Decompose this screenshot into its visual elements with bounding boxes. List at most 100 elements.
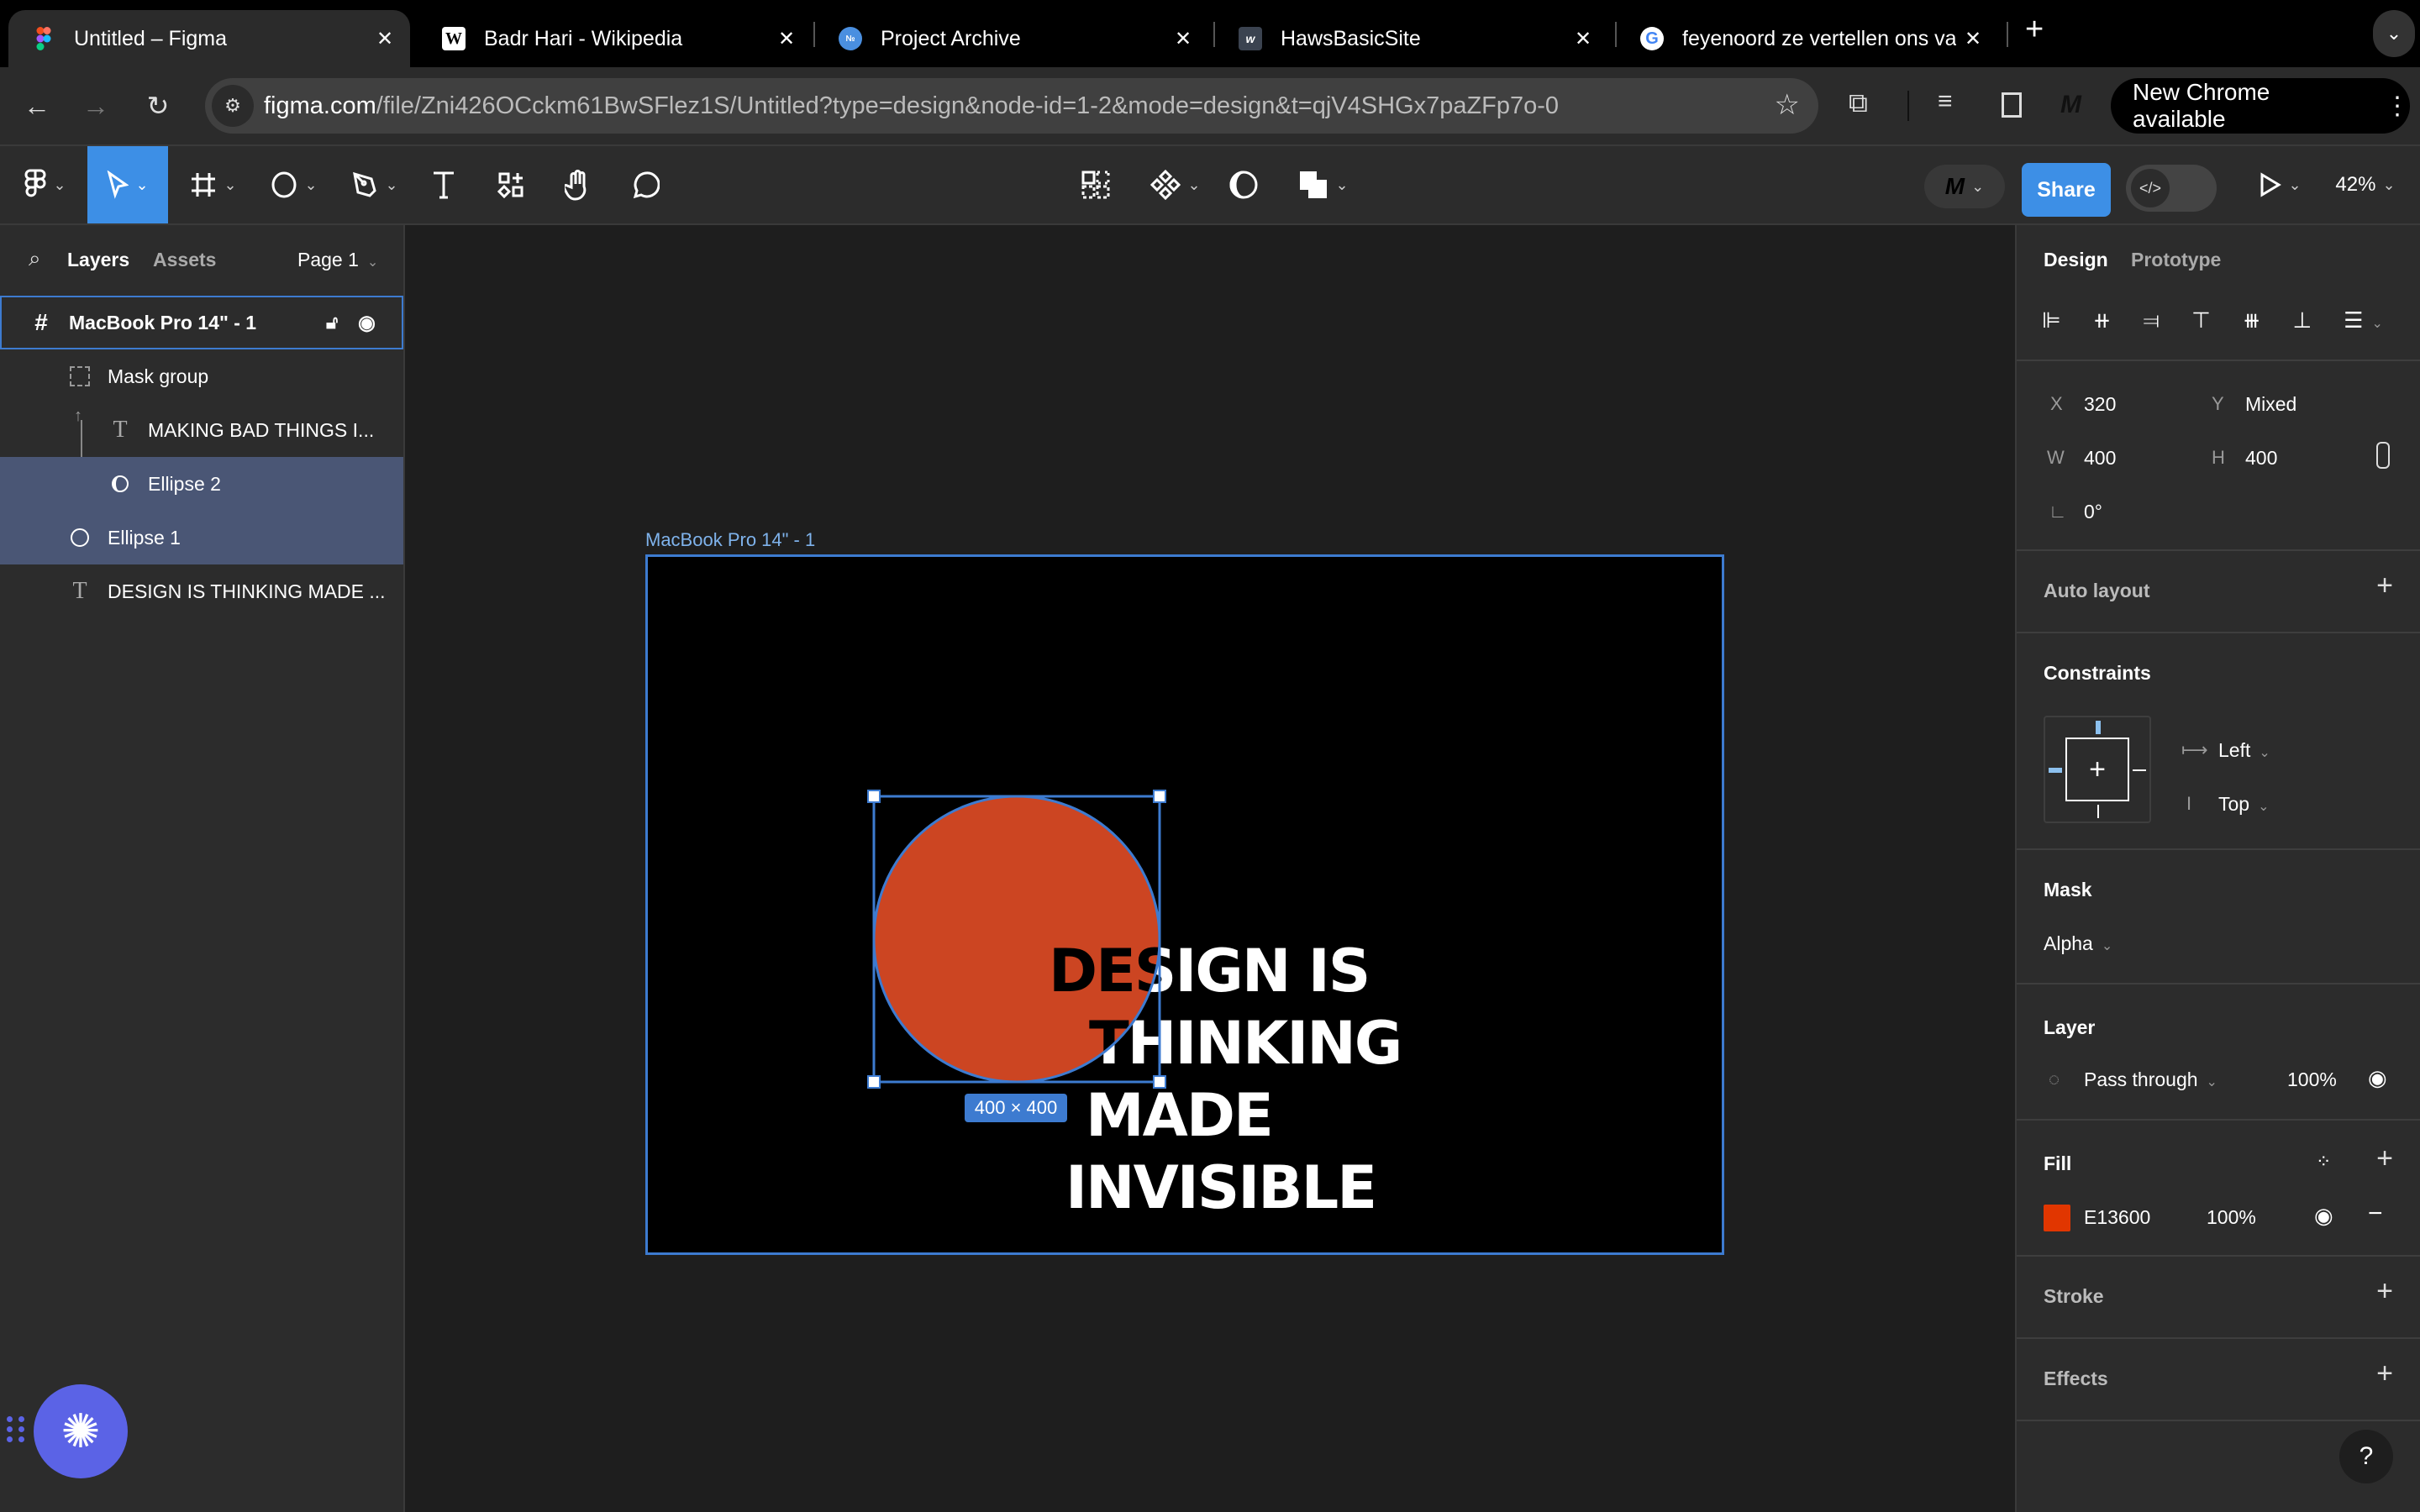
more-menu-icon[interactable]: ⋮ bbox=[2385, 92, 2410, 121]
tab-hawsbasicsite[interactable]: w HawsBasicSite ✕ bbox=[1215, 10, 1608, 67]
multiplayer-avatar-button[interactable]: M ⌄ bbox=[1924, 165, 2005, 208]
tab-prototype[interactable]: Prototype bbox=[2131, 249, 2221, 271]
close-tab-icon[interactable]: ✕ bbox=[1166, 27, 1200, 51]
layer-ellipse-2[interactable]: Ellipse 2 bbox=[0, 457, 403, 511]
tab-project-archive[interactable]: № Project Archive ✕ bbox=[815, 10, 1208, 67]
remove-fill-icon[interactable]: − bbox=[2368, 1200, 2383, 1228]
fill-styles-icon[interactable]: ⁘ bbox=[2316, 1151, 2331, 1173]
frame-tool-button[interactable]: ⌄ bbox=[187, 146, 240, 223]
add-effect-icon[interactable]: + bbox=[2376, 1357, 2393, 1390]
align-horizontal-center-icon[interactable]: ⧺ bbox=[2093, 307, 2112, 341]
tab-wikipedia[interactable]: W Badr Hari - Wikipedia ✕ bbox=[418, 10, 812, 67]
close-tab-icon[interactable]: ✕ bbox=[368, 27, 402, 51]
align-left-icon[interactable]: ⊫ bbox=[2042, 307, 2061, 341]
close-tab-icon[interactable]: ✕ bbox=[1956, 27, 1990, 51]
fill-color-swatch[interactable] bbox=[2044, 1205, 2070, 1231]
back-button[interactable]: ← bbox=[17, 86, 57, 126]
constrain-proportions-icon[interactable] bbox=[2376, 442, 2390, 469]
layer-frame-macbook[interactable]: # MacBook Pro 14" - 1 🔓︎ ◉ bbox=[0, 296, 403, 349]
forward-button[interactable]: → bbox=[76, 86, 116, 126]
fill-hex-input[interactable]: E13600 bbox=[2084, 1206, 2150, 1229]
boolean-operations-button[interactable]: ⌄ bbox=[1294, 146, 1353, 223]
share-button[interactable]: Share bbox=[2022, 163, 2111, 217]
tab-figma[interactable]: Untitled – Figma ✕ bbox=[8, 10, 410, 67]
bookmark-star-icon[interactable]: ☆ bbox=[1775, 88, 1800, 122]
figma-icon bbox=[32, 27, 55, 50]
browser-toolbar: ← → ↻ ⚙ figma.com/file/Zni426OCckm61BwSF… bbox=[0, 67, 2420, 144]
tab-assets[interactable]: Assets bbox=[153, 249, 216, 271]
component-button[interactable]: ⌄ bbox=[1146, 146, 1205, 223]
move-tool-button[interactable]: ⌄ bbox=[87, 146, 168, 223]
rotation-input[interactable]: 0° bbox=[2084, 501, 2102, 523]
layer-ellipse-1[interactable]: Ellipse 1 bbox=[0, 511, 403, 564]
reload-button[interactable]: ↻ bbox=[138, 86, 178, 126]
constraints-widget[interactable]: + bbox=[2044, 716, 2151, 823]
profile-extension-icon[interactable]: M bbox=[2060, 91, 2081, 119]
align-right-icon[interactable]: ⫤ bbox=[2143, 307, 2160, 341]
side-panel-icon[interactable] bbox=[2002, 92, 2022, 118]
layer-text-design-is-thinking[interactable]: T DESIGN IS THINKING MADE ... bbox=[0, 564, 403, 618]
y-input[interactable]: Mixed bbox=[2245, 393, 2296, 416]
create-component-set-button[interactable] bbox=[1079, 146, 1113, 223]
frame-label[interactable]: MacBook Pro 14" - 1 bbox=[645, 529, 815, 551]
hand-tool-button[interactable] bbox=[561, 146, 595, 223]
width-input[interactable]: 400 bbox=[2084, 447, 2116, 470]
url-text[interactable]: figma.com/file/Zni426OCckm61BwSFlez1S/Un… bbox=[264, 92, 1559, 120]
close-tab-icon[interactable]: ✕ bbox=[1566, 27, 1600, 51]
zoom-level-dropdown[interactable]: 42% ⌄ bbox=[2328, 146, 2403, 223]
main-menu-button[interactable]: ⌄ bbox=[20, 146, 71, 223]
plugin-launcher-button[interactable]: ✺ bbox=[34, 1384, 128, 1478]
tab-layers[interactable]: Layers bbox=[67, 249, 129, 271]
artboard-macbook-pro[interactable]: DESIGN IS THINKING MADE INVISIBLE DESIGN… bbox=[645, 554, 1724, 1255]
mask-button[interactable] bbox=[1227, 146, 1260, 223]
add-fill-icon[interactable]: + bbox=[2376, 1142, 2393, 1175]
blend-mode-dropdown[interactable]: Pass through ⌄ bbox=[2084, 1068, 2217, 1091]
new-chrome-available-button[interactable]: New Chrome available ⋮ bbox=[2111, 78, 2410, 134]
align-bottom-icon[interactable]: ⊥ bbox=[2293, 307, 2312, 341]
shape-tool-button[interactable]: ⌄ bbox=[267, 146, 321, 223]
new-tab-button[interactable]: + bbox=[2025, 12, 2044, 48]
text-tool-button[interactable] bbox=[427, 146, 460, 223]
address-bar[interactable]: ⚙ figma.com/file/Zni426OCckm61BwSFlez1S/… bbox=[205, 78, 1818, 134]
extensions-icon[interactable]: ⧉ bbox=[1849, 87, 1868, 119]
resources-button[interactable] bbox=[494, 146, 528, 223]
constraint-bottom[interactable] bbox=[2097, 805, 2099, 818]
constraint-top-active[interactable] bbox=[2096, 721, 2101, 734]
add-stroke-icon[interactable]: + bbox=[2376, 1275, 2393, 1308]
drag-handle-icon[interactable] bbox=[7, 1416, 27, 1443]
layer-opacity-input[interactable]: 100% bbox=[2287, 1068, 2337, 1091]
eye-icon[interactable]: ◉ bbox=[358, 311, 376, 335]
horizontal-constraint-dropdown[interactable]: Left ⌄ bbox=[2218, 739, 2270, 762]
constraint-right[interactable] bbox=[2133, 769, 2146, 771]
media-control-icon[interactable]: ≡ bbox=[1938, 87, 1953, 116]
fill-visibility-eye-icon[interactable]: ◉ bbox=[2314, 1203, 2333, 1229]
unlock-icon[interactable]: 🔓︎ bbox=[326, 312, 338, 333]
mask-type-dropdown[interactable]: Alpha ⌄ bbox=[2044, 932, 2112, 955]
x-input[interactable]: 320 bbox=[2084, 393, 2116, 416]
help-button[interactable]: ? bbox=[2339, 1430, 2393, 1483]
tab-design[interactable]: Design bbox=[2044, 249, 2108, 271]
comment-bubble-icon bbox=[633, 171, 660, 199]
tab-google-search[interactable]: G feyenoord ze vertellen ons va ✕ bbox=[1617, 10, 1998, 67]
comment-tool-button[interactable] bbox=[629, 146, 662, 223]
distribute-icon[interactable]: ☰ ⌄ bbox=[2344, 307, 2383, 341]
search-layers-icon[interactable]: ⌕ bbox=[29, 245, 41, 272]
position-section: X 320 Y Mixed W 400 H 400 ∟ 0° bbox=[2017, 360, 2420, 549]
layer-text-making-bad-things[interactable]: ↑ T MAKING BAD THINGS I... bbox=[0, 403, 403, 492]
layer-mask-group[interactable]: Mask group bbox=[0, 349, 403, 403]
constraint-left-active[interactable] bbox=[2049, 768, 2062, 773]
add-auto-layout-icon[interactable]: + bbox=[2376, 570, 2393, 602]
present-button[interactable]: ⌄ bbox=[2255, 146, 2306, 223]
pen-tool-button[interactable]: ⌄ bbox=[348, 146, 402, 223]
close-tab-icon[interactable]: ✕ bbox=[770, 27, 803, 51]
layer-visibility-eye-icon[interactable]: ◉ bbox=[2368, 1065, 2387, 1091]
tab-search-button[interactable]: ⌄ bbox=[2373, 10, 2415, 57]
dev-mode-toggle[interactable]: </> bbox=[2126, 165, 2217, 212]
align-vertical-center-icon[interactable]: ⧻ bbox=[2243, 307, 2261, 341]
vertical-constraint-dropdown[interactable]: Top ⌄ bbox=[2218, 793, 2270, 816]
page-selector[interactable]: Page 1 ⌄ bbox=[297, 249, 378, 271]
fill-opacity-input[interactable]: 100% bbox=[2207, 1206, 2256, 1229]
height-input[interactable]: 400 bbox=[2245, 447, 2277, 470]
site-info-icon[interactable]: ⚙ bbox=[212, 85, 254, 127]
align-top-icon[interactable]: ⊤ bbox=[2191, 307, 2211, 341]
